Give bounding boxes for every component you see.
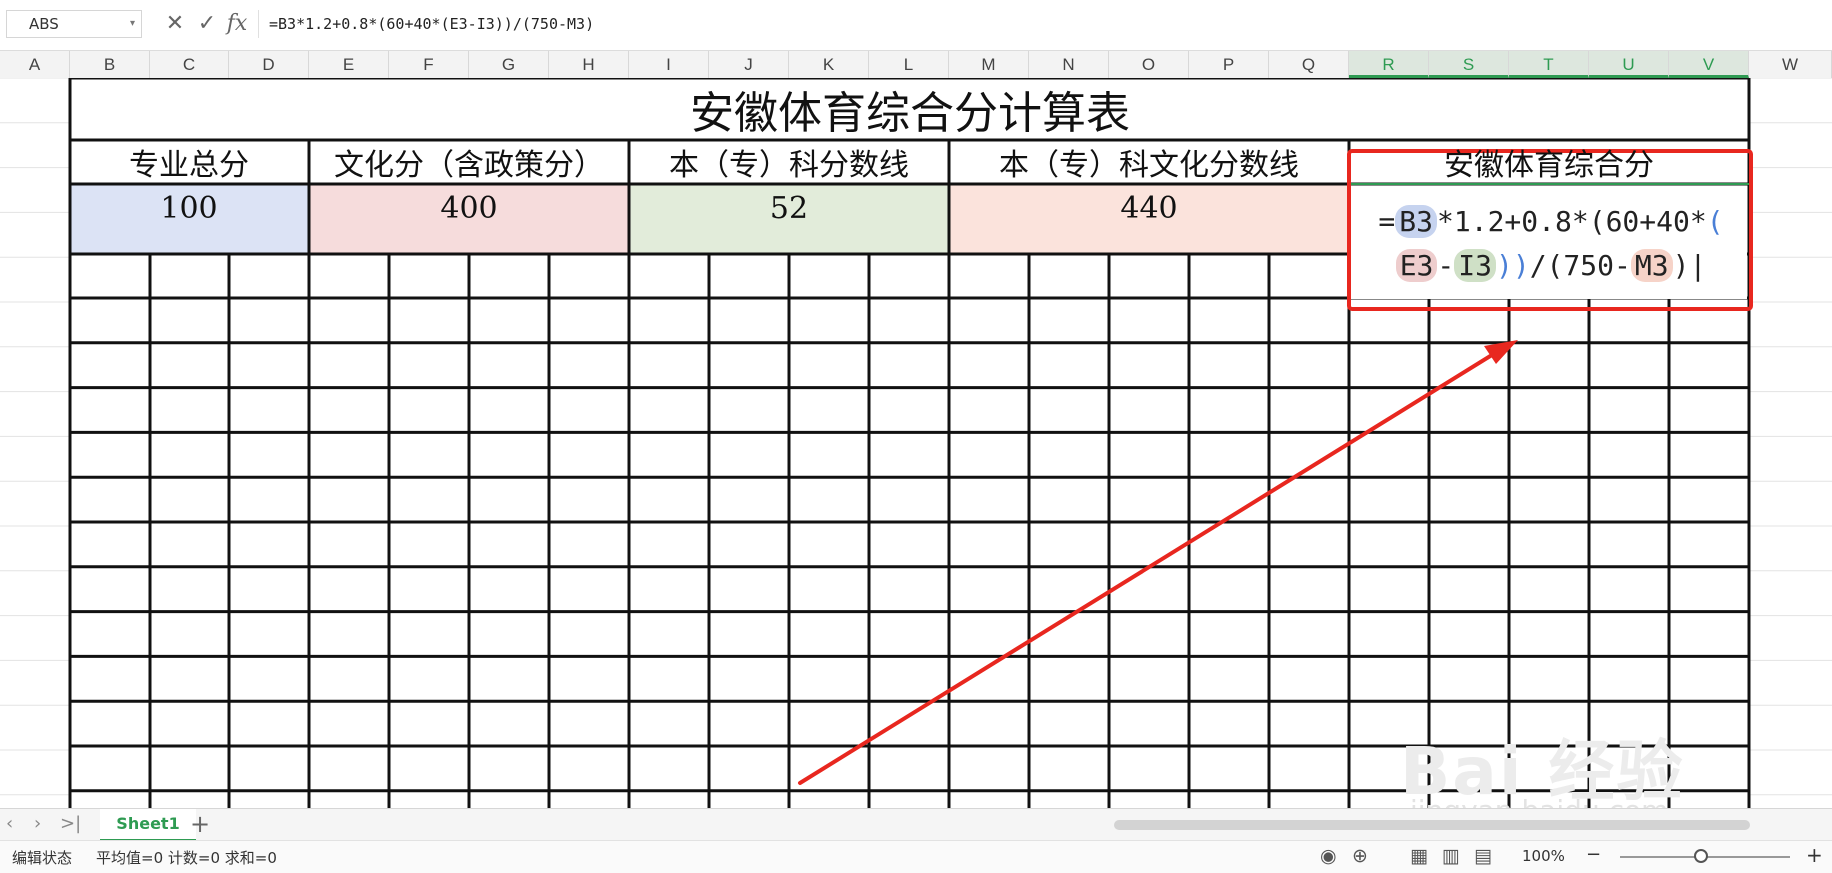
chevron-down-icon[interactable]: ▾: [130, 11, 135, 37]
value-professional[interactable]: 100: [70, 186, 308, 232]
column-header-n[interactable]: N: [1029, 51, 1109, 78]
column-header-g[interactable]: G: [469, 51, 549, 78]
column-header-m[interactable]: M: [949, 51, 1029, 78]
zoom-slider-knob[interactable]: [1694, 849, 1708, 863]
formula-paren-close: )): [1495, 249, 1530, 282]
column-header-j[interactable]: J: [709, 51, 789, 78]
column-header-u[interactable]: U: [1589, 51, 1669, 78]
column-header-q[interactable]: Q: [1269, 51, 1349, 78]
worksheet-grid[interactable]: 安徽体育综合分计算表 专业总分 文化分（含政策分） 本（专）科分数线 本（专）科…: [0, 78, 1832, 808]
column-header-r[interactable]: R: [1349, 51, 1429, 78]
name-box-value: ABS: [29, 15, 59, 33]
column-header-o[interactable]: O: [1109, 51, 1189, 78]
sheet-tab-sheet1[interactable]: Sheet1: [100, 809, 196, 841]
header-professional[interactable]: 专业总分: [70, 144, 308, 188]
normal-view-icon[interactable]: ▦: [1410, 845, 1428, 867]
column-header-v[interactable]: V: [1669, 51, 1749, 78]
formula-minus: -: [1437, 249, 1455, 282]
column-header-i[interactable]: I: [629, 51, 709, 78]
watermark-url: jingyan.baidu.com: [1410, 794, 1668, 808]
formula-input[interactable]: =B3*1.2+0.8*(60+40*(E3-I3))/(750-M3): [258, 10, 1832, 38]
column-header-s[interactable]: S: [1429, 51, 1509, 78]
column-header-e[interactable]: E: [309, 51, 389, 78]
add-sheet-button[interactable]: +: [190, 810, 210, 838]
text-cursor: |: [1689, 249, 1707, 282]
ref-b3: B3: [1395, 205, 1437, 238]
zoom-in-button[interactable]: +: [1806, 843, 1823, 867]
formula-part1: *1.2+0.8*(60+40*: [1437, 205, 1707, 238]
name-box[interactable]: ABS ▾: [6, 10, 142, 38]
baidu-watermark: Bai 经验 jingyan.baidu.com: [1400, 678, 1760, 808]
formula-part2: /(750-: [1529, 249, 1631, 282]
column-header-t[interactable]: T: [1509, 51, 1589, 78]
sheet-tabs-bar: ‹ › >| Sheet1 +: [0, 808, 1832, 841]
column-header-row: ABCDEFGHIJKLMNOPQRSTUVW: [0, 51, 1832, 79]
locale-icon[interactable]: ⊕: [1352, 845, 1368, 867]
ref-m3: M3: [1630, 249, 1673, 282]
next-sheet-icon[interactable]: ›: [34, 813, 41, 834]
last-sheet-icon[interactable]: >|: [60, 813, 81, 834]
column-header-a[interactable]: A: [0, 51, 70, 78]
column-header-l[interactable]: L: [869, 51, 949, 78]
page-layout-icon[interactable]: ▥: [1442, 845, 1460, 867]
zoom-level[interactable]: 100%: [1522, 847, 1565, 865]
value-cutoff[interactable]: 52: [629, 186, 949, 232]
formula-bar: ABS ▾ ✕ ✓ fx =B3*1.2+0.8*(60+40*(E3-I3))…: [0, 0, 1832, 51]
column-header-w[interactable]: W: [1749, 51, 1832, 78]
insert-function-icon[interactable]: fx: [224, 8, 250, 40]
column-header-h[interactable]: H: [549, 51, 629, 78]
page-break-icon[interactable]: ▤: [1474, 845, 1492, 867]
header-composite[interactable]: 安徽体育综合分: [1349, 144, 1749, 188]
cell-formula-editor[interactable]: = B3 *1.2+0.8*(60+40*( E3- I3))/(750- M3)|: [1356, 200, 1746, 288]
header-culture-cutoff[interactable]: 本（专）科文化分数线: [949, 144, 1349, 188]
cancel-icon[interactable]: ✕: [162, 8, 188, 40]
zoom-out-button[interactable]: −: [1586, 844, 1601, 865]
column-header-c[interactable]: C: [150, 51, 229, 78]
horizontal-scrollbar[interactable]: [1090, 817, 1780, 831]
eye-protection-icon[interactable]: ◉: [1320, 845, 1337, 867]
column-header-d[interactable]: D: [229, 51, 309, 78]
formula-equals: =: [1378, 205, 1396, 238]
prev-sheet-icon[interactable]: ‹: [6, 813, 13, 834]
column-header-k[interactable]: K: [789, 51, 869, 78]
ref-e3: E3: [1395, 249, 1438, 282]
value-culture-cutoff[interactable]: 440: [949, 186, 1349, 232]
column-header-b[interactable]: B: [70, 51, 150, 78]
value-culture[interactable]: 400: [309, 186, 629, 232]
header-culture[interactable]: 文化分（含政策分）: [309, 144, 629, 188]
column-header-p[interactable]: P: [1189, 51, 1269, 78]
header-cutoff[interactable]: 本（专）科分数线: [629, 144, 949, 188]
column-header-f[interactable]: F: [389, 51, 469, 78]
sheet-title: 安徽体育综合分计算表: [690, 88, 1130, 139]
ref-i3: I3: [1454, 249, 1496, 282]
selection-stats: 平均值=0 计数=0 求和=0: [96, 849, 277, 867]
status-bar: 编辑状态 平均值=0 计数=0 求和=0 ◉ ⊕ ▦ ▥ ▤ 100% − +: [0, 840, 1832, 873]
formula-end: ): [1672, 249, 1690, 282]
edit-mode-status: 编辑状态: [12, 849, 73, 867]
formula-paren-open: (: [1706, 205, 1724, 238]
confirm-icon[interactable]: ✓: [194, 8, 220, 40]
scrollbar-thumb[interactable]: [1114, 820, 1750, 830]
